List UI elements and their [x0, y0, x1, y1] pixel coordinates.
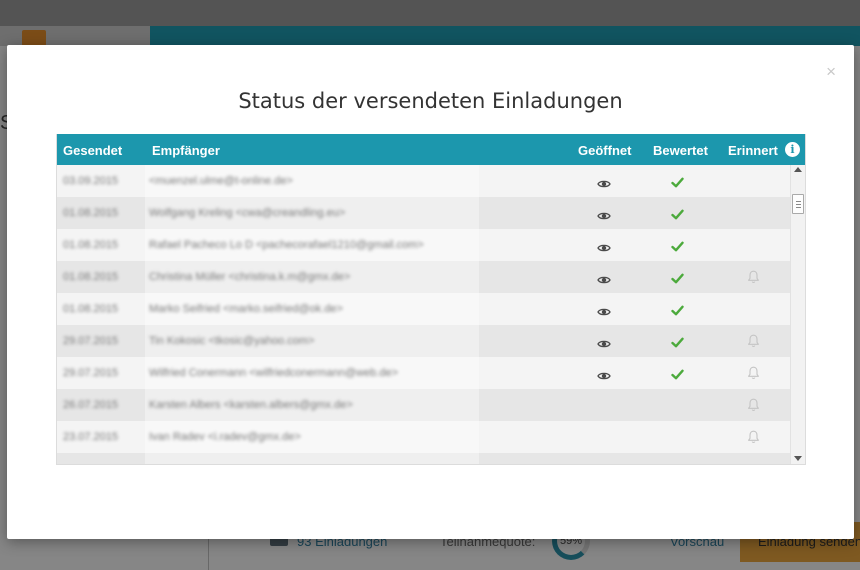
checkmark-icon — [671, 271, 684, 289]
eye-icon — [597, 272, 611, 290]
table-row: 29.07.2015 Wilfried Conermann <wilfriedco… — [57, 357, 790, 389]
scroll-thumb[interactable] — [792, 194, 804, 214]
scroll-down-arrow-icon[interactable] — [794, 456, 802, 461]
checkmark-icon — [671, 367, 684, 385]
sent-date: 03.09.2015 — [63, 175, 119, 187]
table-row: 01.08.2015 Wolfgang Kreling <cwa@creandli… — [57, 197, 790, 229]
eye-icon — [597, 176, 611, 194]
modal-title: Status der versendeten Einladungen — [238, 89, 623, 113]
checkmark-icon — [671, 303, 684, 321]
eye-icon — [597, 336, 611, 354]
status-table: Gesendet Empfänger Geöffnet Bewertet Eri… — [56, 134, 806, 465]
eye-icon — [597, 304, 611, 322]
recipient: Wolfgang Kreling <cwa@creandling.eu> — [149, 207, 346, 219]
table-row: 01.08.2015 Marko Seifried <marko.seifried… — [57, 293, 790, 325]
sent-date: 26.07.2015 — [63, 399, 119, 411]
sent-date: 01.08.2015 — [63, 271, 119, 283]
recipient: <muenzel.ulme@t-online.de> — [149, 175, 293, 187]
table-row: 23.07.2015 Ivan Radev <i.radev@gmx.de> — [57, 421, 790, 453]
checkmark-icon — [671, 207, 684, 225]
table-row: 29.07.2015 Tin Kokosic <tkosic@yahoo.com> — [57, 325, 790, 357]
sent-date: 01.08.2015 — [63, 239, 119, 251]
column-header-rated[interactable]: Bewertet — [653, 143, 708, 158]
sent-date — [63, 453, 137, 464]
column-header-opened[interactable]: Geöffnet — [578, 143, 631, 158]
recipient: Marko Seifried <marko.seifried@ok.de> — [149, 303, 343, 315]
recipient: Rafael Pacheco Lo D <pachecorafael1210@g… — [149, 239, 424, 251]
bell-icon[interactable] — [747, 334, 760, 353]
scroll-up-arrow-icon[interactable] — [794, 167, 802, 172]
table-row: 26.07.2015 Karsten Albers <karsten.albers… — [57, 389, 790, 421]
column-header-reminded[interactable]: Erinnert — [728, 143, 778, 158]
recipient — [149, 453, 479, 464]
recipient: Christina Müller <christina.k.m@gmx.de> — [149, 271, 351, 283]
table-row: 01.08.2015 Rafael Pacheco Lo D <pachecora… — [57, 229, 790, 261]
column-header-recipient[interactable]: Empfänger — [152, 143, 220, 158]
table-header: Gesendet Empfänger Geöffnet Bewertet Eri… — [57, 134, 805, 165]
table-scrollbar[interactable] — [790, 165, 805, 464]
eye-icon — [597, 240, 611, 258]
close-icon[interactable]: × — [826, 63, 836, 80]
recipient: Tin Kokosic <tkosic@yahoo.com> — [149, 335, 315, 347]
bell-icon[interactable] — [747, 398, 760, 417]
checkmark-icon — [671, 239, 684, 257]
sent-date: 01.08.2015 — [63, 303, 119, 315]
recipient: Wilfried Conermann <wilfriedconermann@we… — [149, 367, 399, 379]
table-row — [57, 453, 790, 464]
bell-icon[interactable] — [747, 366, 760, 385]
checkmark-icon — [671, 335, 684, 353]
bell-icon[interactable] — [747, 430, 760, 449]
table-body: 03.09.2015 <muenzel.ulme@t-online.de> 01.0… — [57, 165, 790, 464]
table-row: 03.09.2015 <muenzel.ulme@t-online.de> — [57, 165, 790, 197]
info-icon[interactable]: i — [785, 142, 800, 157]
sent-date: 23.07.2015 — [63, 431, 119, 443]
sent-date: 01.08.2015 — [63, 207, 119, 219]
sent-date: 29.07.2015 — [63, 367, 119, 379]
invitation-status-modal: × Status der versendeten Einladungen Ges… — [7, 45, 854, 539]
sent-date: 29.07.2015 — [63, 335, 119, 347]
checkmark-icon — [671, 175, 684, 193]
recipient: Karsten Albers <karsten.albers@gmx.de> — [149, 399, 353, 411]
recipient: Ivan Radev <i.radev@gmx.de> — [149, 431, 301, 443]
eye-icon — [597, 368, 611, 386]
column-header-sent[interactable]: Gesendet — [63, 143, 122, 158]
table-row: 01.08.2015 Christina Müller <christina.k.… — [57, 261, 790, 293]
bell-icon[interactable] — [747, 270, 760, 289]
eye-icon — [597, 208, 611, 226]
